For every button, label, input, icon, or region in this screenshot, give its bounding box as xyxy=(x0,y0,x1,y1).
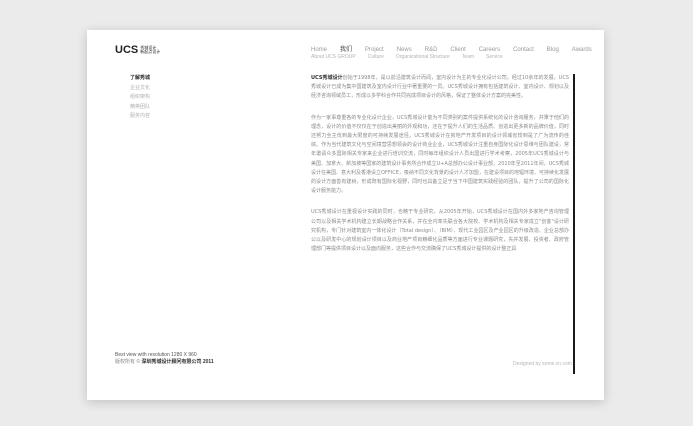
logo-mark: UCS xyxy=(115,44,139,56)
nav-sub-row: About UCS GROUP Culture Organizational S… xyxy=(311,54,601,61)
sidebar-item-culture[interactable]: 企业文化 xyxy=(130,84,170,94)
logo-subtitle: 秀城设计 新起点设计 xyxy=(140,45,161,55)
nav-item-client[interactable]: Client xyxy=(450,46,465,54)
subnav-about-ucs[interactable]: About UCS GROUP xyxy=(311,54,356,61)
subnav-org-structure[interactable]: Organizational Structure xyxy=(396,54,450,61)
logo[interactable]: UCS 秀城设计 新起点设计 xyxy=(115,44,160,56)
sidebar-item-about[interactable]: 了解秀城 xyxy=(130,74,170,84)
resolution-note: Best view with resolution 1280 X 960 xyxy=(115,352,197,358)
sidebar-item-service[interactable]: 服务内容 xyxy=(130,112,170,122)
nav-item-careers[interactable]: Careers xyxy=(479,46,500,54)
body-paragraph-3: UCS秀城设计在重视设计实践的同时，也精于专业研究，从2005年开始，UCS秀城… xyxy=(311,209,569,253)
nav-item-news[interactable]: News xyxy=(397,46,412,54)
body-paragraph-2: 作为一家事尊重各的专业化设计企业，UCS秀城设计能为不同类别的案件提供系统化的设… xyxy=(311,114,569,195)
content-scrollbar[interactable] xyxy=(573,74,575,374)
nav-item-home[interactable]: Home xyxy=(311,46,327,54)
copyright-prefix: 版权所有 © xyxy=(115,359,141,365)
nav-main-row: Home 我们 Project News R&D Client Careers … xyxy=(311,46,601,54)
nav-item-project[interactable]: Project xyxy=(365,46,384,54)
sidebar-item-structure[interactable]: 组织架构 xyxy=(130,93,170,103)
designer-credit[interactable]: Designed by some.cn.com xyxy=(513,361,572,367)
page-card: UCS 秀城设计 新起点设计 Home 我们 Project News R&D … xyxy=(87,30,604,400)
sidebar-menu: 了解秀城 企业文化 组织架构 精英团队 服务内容 xyxy=(130,74,170,122)
content-area: UCS秀城设计创始于1998年，是以前沿建筑设计而闻，室内设计为主的专业化设计公… xyxy=(311,74,569,266)
intro-text: 创始于1998年，是以前沿建筑设计而闻，室内设计为主的专业化设计公司。经过10余… xyxy=(311,75,569,100)
intro-paragraph: UCS秀城设计创始于1998年，是以前沿建筑设计而闻，室内设计为主的专业化设计公… xyxy=(311,74,569,102)
sidebar-item-team[interactable]: 精英团队 xyxy=(130,103,170,113)
nav-item-blog[interactable]: Blog xyxy=(547,46,559,54)
intro-lead: UCS秀城设计 xyxy=(311,75,343,81)
nav-item-rd[interactable]: R&D xyxy=(425,46,438,54)
nav-item-awards[interactable]: Awards xyxy=(572,46,592,54)
copyright: 版权所有 © 深圳秀城设计顾问有限公司 2011 xyxy=(115,359,214,366)
subnav-culture[interactable]: Culture xyxy=(368,54,384,61)
copyright-company: 深圳秀城设计顾问有限公司 2011 xyxy=(141,359,214,365)
footer-info: Best view with resolution 1280 X 960 版权所… xyxy=(115,352,214,366)
subnav-service[interactable]: Service xyxy=(486,54,503,61)
logo-line-2: 新起点设计 xyxy=(140,49,161,54)
nav-item-contact[interactable]: Contact xyxy=(513,46,534,54)
subnav-team[interactable]: Team xyxy=(462,54,474,61)
main-navigation: Home 我们 Project News R&D Client Careers … xyxy=(311,46,601,61)
nav-item-about[interactable]: 我们 xyxy=(340,46,352,54)
